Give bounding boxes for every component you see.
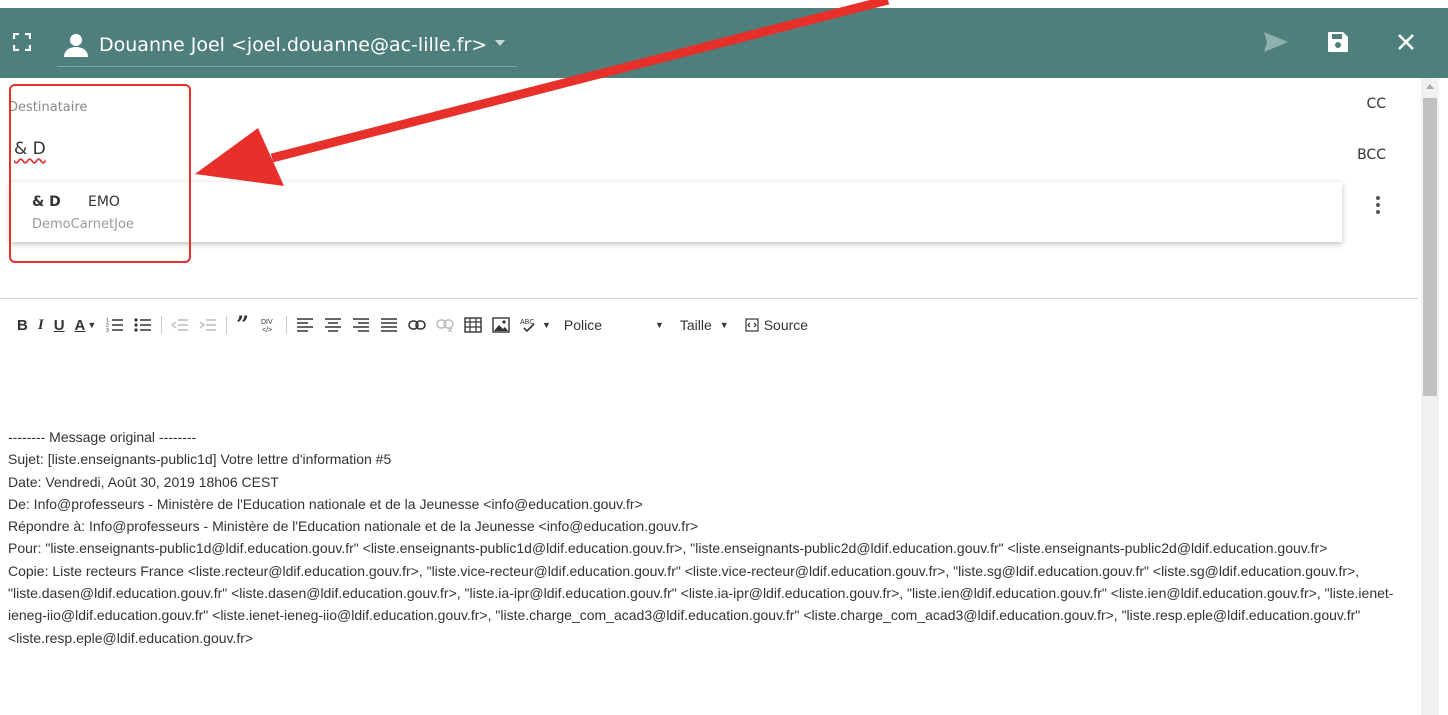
cc-button[interactable]: CC (1366, 96, 1386, 112)
message-line: Date: Vendredi, Août 30, 2019 18h06 CEST (8, 473, 279, 490)
size-dropdown-label: Taille (679, 317, 712, 333)
svg-text:DIV: DIV (261, 319, 273, 326)
send-icon[interactable] (1260, 26, 1292, 58)
bullet-list-icon[interactable] (129, 313, 157, 337)
numbered-list-icon[interactable]: 123 (101, 313, 129, 337)
more-options-icon[interactable] (1376, 196, 1380, 218)
align-left-icon[interactable] (291, 313, 319, 337)
link-icon[interactable] (403, 313, 431, 337)
outdent-icon[interactable] (166, 313, 194, 337)
blockquote-icon[interactable]: ” (231, 312, 254, 338)
chevron-down-icon: ▼ (541, 320, 551, 330)
scrollbar-thumb[interactable] (1423, 98, 1437, 396)
from-selector[interactable]: Douanne Joel <joel.douanne@ac-lille.fr> (57, 26, 517, 67)
svg-text:</>: </> (262, 327, 272, 334)
message-body[interactable]: -------- Message original -------- Sujet… (8, 426, 1408, 649)
fullscreen-icon[interactable] (10, 30, 34, 54)
chevron-down-icon[interactable] (495, 40, 505, 46)
font-dropdown-label: Police (563, 317, 603, 333)
person-icon (61, 30, 91, 60)
source-button[interactable]: Source (737, 313, 816, 337)
table-icon[interactable] (459, 313, 487, 337)
image-icon[interactable] (487, 313, 515, 337)
top-strip (0, 0, 1448, 8)
underline-button[interactable]: U (49, 313, 70, 337)
message-line: Sujet: [liste.enseignants-public1d] Votr… (8, 451, 392, 468)
indent-icon[interactable] (194, 313, 222, 337)
toolbar-separator (226, 316, 228, 334)
message-line: Pour: "liste.enseignants-public1d@ldif.e… (8, 540, 1328, 557)
editor-toolbar: B I U A ▼ 123 ” DIV </> ABC ▼ Police ▼ T… (12, 312, 816, 338)
italic-button[interactable]: I (33, 313, 49, 337)
unlink-icon[interactable] (431, 313, 459, 337)
source-label: Source (763, 317, 809, 333)
size-dropdown[interactable]: Taille ▼ (672, 313, 737, 337)
from-address: Douanne Joel <joel.douanne@ac-lille.fr> (99, 34, 488, 56)
align-right-icon[interactable] (347, 313, 375, 337)
div-container-icon[interactable]: DIV </> (254, 313, 282, 337)
message-line: Répondre à: Info@professeurs - Ministère… (8, 518, 699, 535)
align-center-icon[interactable] (319, 313, 347, 337)
spellcheck-icon[interactable]: ABC ▼ (515, 313, 556, 337)
close-icon[interactable] (1390, 26, 1422, 58)
chevron-down-icon: ▼ (654, 320, 664, 330)
svg-text:3: 3 (106, 328, 109, 333)
font-dropdown[interactable]: Police ▼ (556, 313, 672, 337)
scroll-up-icon[interactable] (1426, 84, 1434, 89)
message-line: -------- Message original -------- (8, 429, 197, 445)
chevron-down-icon: ▼ (719, 320, 729, 330)
source-icon (745, 318, 759, 332)
justify-icon[interactable] (375, 313, 403, 337)
text-color-button[interactable]: A ▼ (70, 313, 102, 337)
editor-divider (0, 298, 1418, 299)
toolbar-separator (161, 316, 163, 334)
text-color-label: A (74, 316, 86, 334)
toolbar-separator (285, 316, 287, 334)
scrollbar[interactable] (1421, 78, 1439, 715)
compose-header: Douanne Joel <joel.douanne@ac-lille.fr> (0, 8, 1448, 78)
annotation-highlight-box (9, 84, 191, 263)
bcc-button[interactable]: BCC (1357, 147, 1386, 163)
message-line: Copie: Liste recteurs France <liste.rect… (8, 562, 1394, 646)
bold-button[interactable]: B (12, 313, 33, 337)
autocomplete-suggestion[interactable]: & D EMO DemoCarnetJoe (10, 182, 1342, 242)
message-line: De: Info@professeurs - Ministère de l'Ed… (8, 495, 643, 512)
save-icon[interactable] (1322, 26, 1354, 58)
chevron-down-icon: ▼ (87, 320, 97, 330)
